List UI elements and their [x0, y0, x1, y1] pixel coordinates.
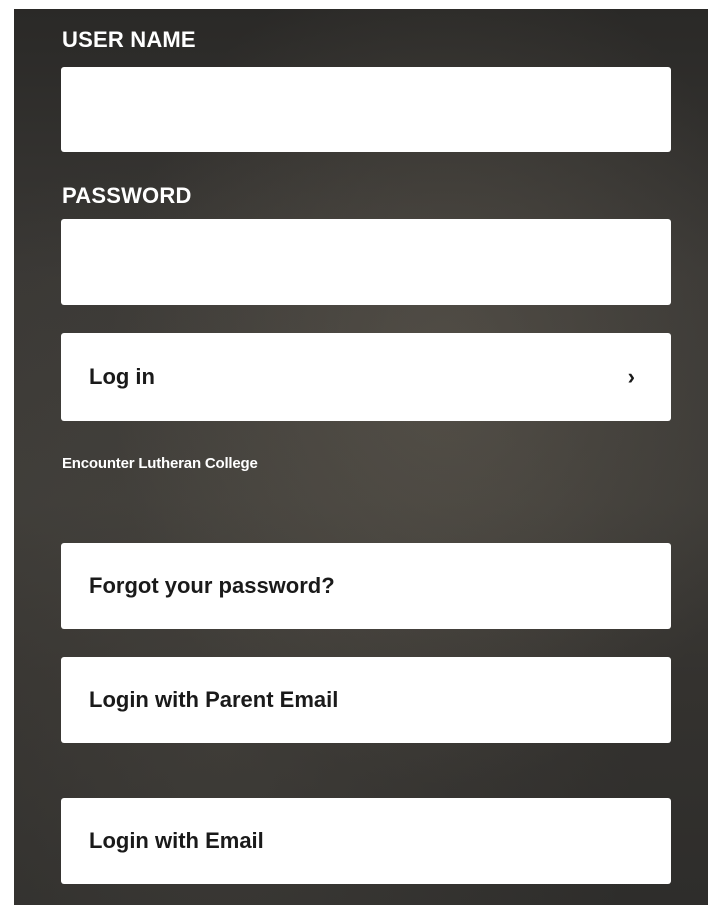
- login-panel: USER NAME PASSWORD Log in › Encounter Lu…: [14, 9, 708, 905]
- parent-email-login-button[interactable]: Login with Parent Email: [61, 657, 671, 743]
- username-label: USER NAME: [62, 27, 196, 52]
- chevron-right-icon: ›: [627, 364, 635, 389]
- password-input[interactable]: [61, 219, 671, 305]
- login-button[interactable]: Log in ›: [61, 333, 671, 421]
- username-input[interactable]: [61, 67, 671, 152]
- email-login-label: Login with Email: [89, 828, 264, 853]
- forgot-password-label: Forgot your password?: [89, 573, 335, 598]
- forgot-password-button[interactable]: Forgot your password?: [61, 543, 671, 629]
- parent-email-login-label: Login with Parent Email: [89, 687, 339, 712]
- school-name: Encounter Lutheran College: [62, 455, 258, 472]
- login-button-label: Log in: [89, 364, 155, 389]
- email-login-button[interactable]: Login with Email: [61, 798, 671, 884]
- password-label: PASSWORD: [62, 183, 192, 208]
